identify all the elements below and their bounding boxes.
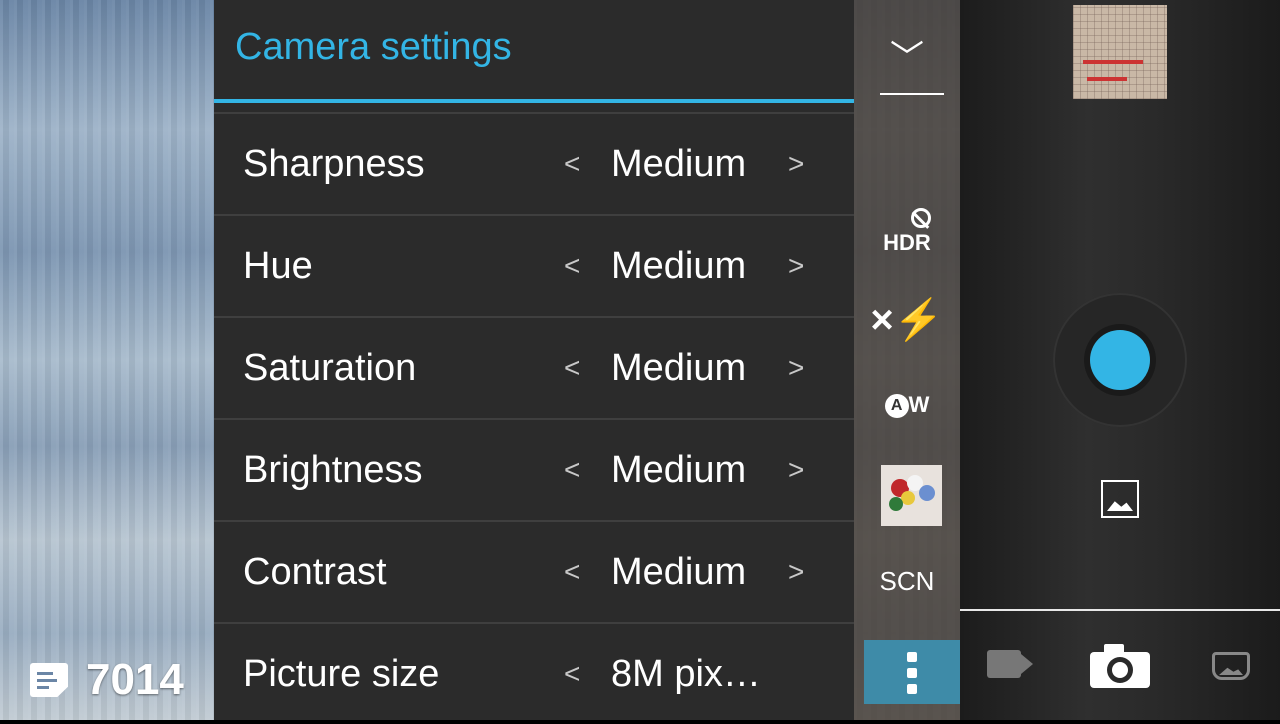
previous-value-button[interactable]: < (564, 454, 580, 486)
setting-label: Saturation (243, 346, 417, 389)
next-value-button[interactable]: > (788, 454, 804, 486)
setting-label: Hue (243, 244, 313, 287)
auto-white-balance-icon[interactable]: AW (854, 392, 960, 419)
camera-mode-icon[interactable] (1090, 644, 1150, 688)
previous-value-button[interactable]: < (564, 250, 580, 282)
previous-value-button[interactable]: < (564, 556, 580, 588)
setting-value: Medium (611, 448, 747, 491)
setting-label: Contrast (243, 550, 387, 593)
setting-value: Medium (611, 244, 747, 287)
panel-title: Camera settings (235, 26, 512, 68)
next-value-button[interactable]: > (788, 556, 804, 588)
settings-list: Sharpness < Medium > Hue < Medium > Satu… (214, 112, 854, 724)
setting-value: Medium (611, 142, 747, 185)
next-value-button[interactable]: > (788, 250, 804, 282)
setting-label: Sharpness (243, 142, 425, 185)
setting-row-hue[interactable]: Hue < Medium > (214, 214, 854, 316)
next-value-button[interactable]: > (788, 148, 804, 180)
setting-row-sharpness[interactable]: Sharpness < Medium > (214, 112, 854, 214)
document-icon (30, 663, 68, 697)
shutter-dot[interactable] (1090, 330, 1150, 390)
setting-value: Medium (611, 550, 747, 593)
setting-value: Medium (611, 346, 747, 389)
last-photo-thumbnail[interactable] (1073, 5, 1167, 99)
setting-row-picture-size[interactable]: Picture size < 8M pix… (214, 622, 854, 724)
previous-value-button[interactable]: < (564, 148, 580, 180)
chevron-down-icon[interactable]: ﹀ (854, 30, 960, 79)
remaining-count: 7014 (86, 655, 184, 704)
scene-label: SCN (879, 566, 935, 596)
next-value-button[interactable]: > (788, 352, 804, 384)
panorama-mode-icon[interactable] (1212, 652, 1250, 680)
setting-row-brightness[interactable]: Brightness < Medium > (214, 418, 854, 520)
panel-header: Camera settings (214, 0, 854, 103)
setting-label: Picture size (243, 652, 440, 695)
hdr-off-icon (911, 208, 931, 228)
setting-label: Brightness (243, 448, 423, 491)
hdr-button[interactable]: HDR (854, 208, 960, 256)
divider (880, 93, 944, 95)
hdr-label: HDR (883, 230, 931, 255)
mode-divider (960, 609, 1280, 611)
image-counter: 7014 (30, 652, 184, 708)
setting-row-contrast[interactable]: Contrast < Medium > (214, 520, 854, 622)
more-vertical-icon[interactable] (864, 640, 960, 704)
settings-quick-bar: ﹀ HDR ×⚡ AW SCN (854, 0, 960, 720)
setting-value: 8M pix… (611, 652, 761, 695)
flash-off-icon[interactable]: ×⚡ (854, 296, 960, 343)
camera-settings-panel: Camera settings Sharpness < Medium > Hue… (214, 0, 854, 720)
capture-controls (960, 0, 1280, 720)
previous-value-button[interactable]: < (564, 658, 580, 690)
video-mode-icon[interactable] (987, 650, 1021, 678)
scene-mode-thumbnail[interactable] (881, 465, 942, 526)
previous-value-button[interactable]: < (564, 352, 580, 384)
setting-row-saturation[interactable]: Saturation < Medium > (214, 316, 854, 418)
gallery-icon[interactable] (1101, 480, 1139, 518)
